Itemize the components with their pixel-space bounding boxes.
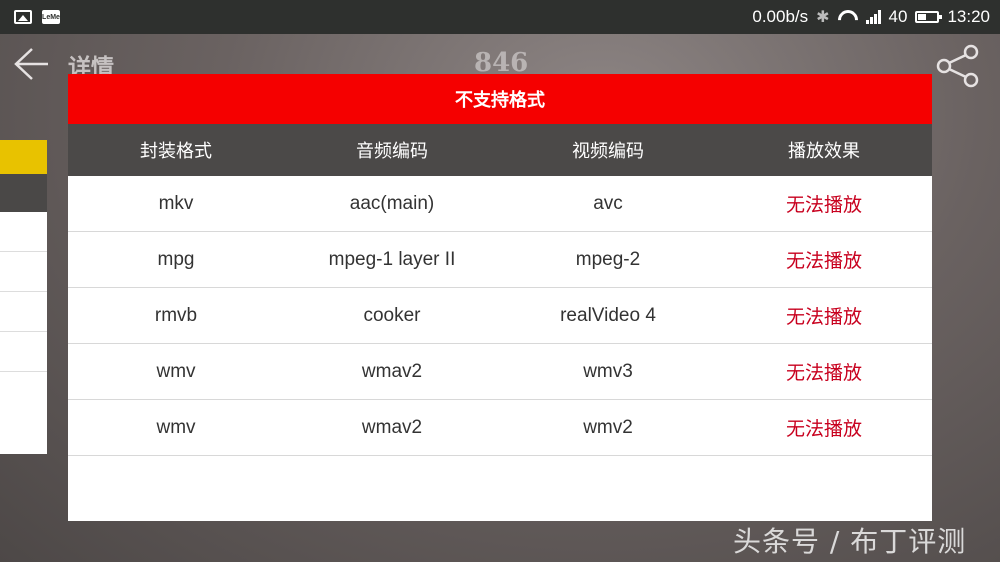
audio-codec-cell: mpeg-1 layer II (328, 248, 456, 270)
signal-label: 40 (888, 7, 908, 26)
table-row: rmvb cooker realVideo 4 无法播放 (68, 288, 932, 344)
audio-codec-cell: wmav2 (361, 416, 423, 438)
background-list-row (0, 252, 47, 292)
app-notification-icon: LeMe (42, 10, 60, 24)
background-list-panel (0, 140, 47, 454)
video-codec-cell: wmv3 (583, 360, 633, 382)
signal-icon (865, 10, 881, 24)
playback-result-cell: 无法播放 (785, 307, 862, 328)
container-format-cell: wmv (156, 360, 196, 382)
gallery-notification-icon (14, 10, 32, 24)
container-format-cell: wmv (156, 416, 196, 438)
playback-result-cell: 无法播放 (785, 251, 862, 272)
background-list-row (0, 212, 47, 252)
status-bar: LeMe 0.00b/s ✱ 40 13:20 (0, 0, 1000, 34)
background-header-bar (0, 174, 47, 212)
share-icon[interactable] (934, 43, 982, 89)
playback-result-cell: 无法播放 (785, 195, 862, 216)
wifi-icon (838, 10, 858, 24)
video-codec-cell: wmv2 (583, 416, 633, 438)
container-format-cell: mpg (157, 248, 195, 270)
container-format-cell: rmvb (154, 304, 198, 326)
bluetooth-icon: ✱ (816, 9, 830, 26)
table-row: mpg mpeg-1 layer II mpeg-2 无法播放 (68, 232, 932, 288)
table-row: wmv wmav2 wmv3 无法播放 (68, 344, 932, 400)
header-playback-result: 播放效果 (788, 141, 860, 162)
playback-result-cell: 无法播放 (785, 419, 862, 440)
dialog-title: 不支持格式 (68, 74, 932, 124)
header-video-codec: 视频编码 (572, 141, 644, 162)
video-codec-cell: avc (593, 192, 623, 214)
background-highlight-bar (0, 140, 47, 174)
video-codec-cell: realVideo 4 (560, 304, 656, 326)
back-arrow-icon[interactable] (12, 45, 52, 83)
background-list-row (0, 332, 47, 372)
video-codec-cell: mpeg-2 (575, 248, 641, 270)
watermark: 头条号 / 布丁评测 (733, 525, 967, 558)
network-speed: 0.00b/s (752, 7, 809, 26)
battery-icon (915, 11, 943, 23)
container-format-cell: mkv (158, 192, 194, 214)
playback-result-cell: 无法播放 (785, 363, 862, 384)
background-list-row (0, 292, 47, 332)
table-header: 封装格式 音频编码 视频编码 播放效果 (68, 124, 932, 176)
audio-codec-cell: wmav2 (361, 360, 423, 382)
audio-codec-cell: cooker (363, 304, 421, 326)
header-container-format: 封装格式 (140, 141, 212, 162)
audio-codec-cell: aac(main) (349, 192, 435, 214)
table-row: wmv wmav2 wmv2 无法播放 (68, 400, 932, 456)
table-row: mkv aac(main) avc 无法播放 (68, 176, 932, 232)
clock: 13:20 (947, 7, 990, 26)
header-audio-codec: 音频编码 (356, 141, 428, 162)
unsupported-format-dialog: 不支持格式 封装格式 音频编码 视频编码 播放效果 mkv aac(main) … (68, 74, 932, 521)
